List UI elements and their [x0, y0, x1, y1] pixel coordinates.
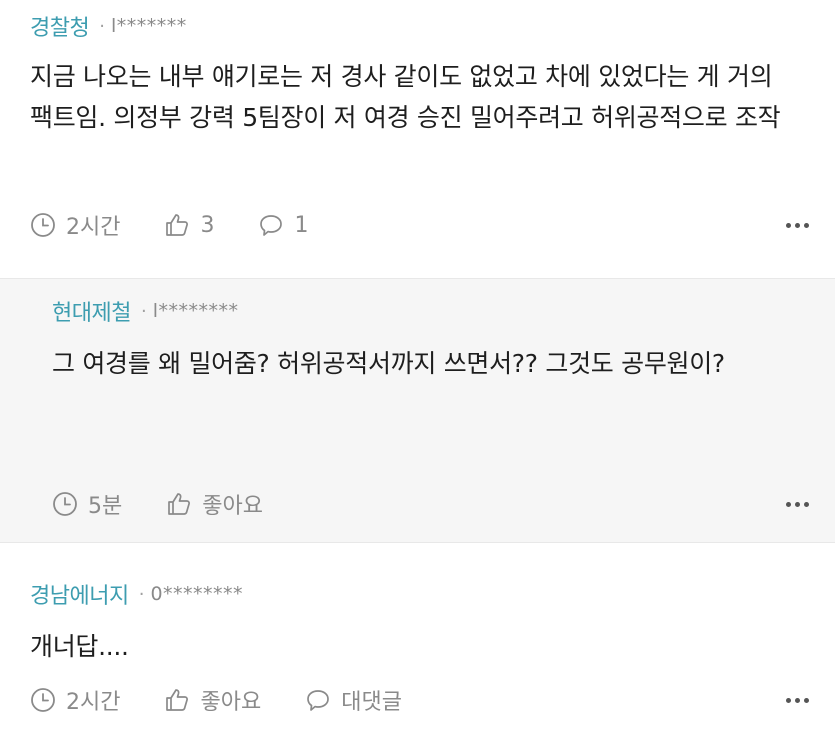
thumbs-up-icon [166, 689, 189, 711]
comment-author[interactable]: 경찰청 [30, 10, 90, 42]
comment-time-label: 2시간 [66, 215, 121, 240]
comment-time-label: 2시간 [66, 690, 121, 715]
like-count: 3 [200, 212, 215, 238]
reply-count: 1 [294, 212, 309, 238]
clock-icon [31, 213, 55, 237]
reply-comment-item: 현대제철 · l******** 그 여경를 왜 밀어줌? 허위공적서까지 쓰면… [0, 278, 835, 543]
more-options-icon[interactable] [786, 496, 809, 513]
clock-icon [53, 492, 77, 516]
comment-user-id: l******** [152, 300, 239, 322]
more-options-icon[interactable] [786, 692, 809, 709]
comment-time: 2시간 [30, 209, 120, 241]
comment-header: 경남에너지 · 0******** [30, 578, 835, 610]
speech-bubble-icon [307, 690, 330, 711]
like-button[interactable]: 좋아요 [166, 488, 263, 520]
comment-user-id: 0******** [150, 583, 244, 605]
separator-dot: · [99, 15, 105, 37]
like-button[interactable]: 3 [164, 212, 214, 238]
separator-dot: · [138, 583, 145, 605]
comment-text: 지금 나오는 내부 얘기로는 저 경사 같이도 없었고 차에 있었다는 게 거의… [30, 62, 781, 132]
thumbs-up-icon [168, 493, 191, 515]
comment-item: 경남에너지 · 0******** 개너답.... 2시간 좋아요 대댓글 [0, 543, 835, 740]
comment-footer: 2시간 좋아요 대댓글 [30, 683, 809, 717]
comment-footer: 5분 좋아요 [52, 487, 809, 521]
comment-time: 5분 [52, 488, 122, 520]
comment-time: 2시간 [30, 684, 120, 716]
reply-button[interactable]: 대댓글 [305, 684, 402, 716]
comment-text: 개너답.... [30, 632, 129, 661]
more-options-icon[interactable] [786, 217, 809, 234]
comment-header: 경찰청 · l******* [30, 10, 835, 42]
reply-button[interactable]: 1 [258, 212, 308, 238]
comment-footer: 2시간 3 1 [30, 208, 809, 242]
comment-item: 경찰청 · l******* 지금 나오는 내부 얘기로는 저 경사 같이도 없… [0, 0, 835, 278]
comment-header: 현대제철 · l******** [52, 295, 835, 327]
like-label: 좋아요 [200, 690, 262, 715]
comment-author[interactable]: 경남에너지 [30, 578, 129, 610]
clock-icon [31, 688, 55, 712]
comment-author[interactable]: 현대제철 [52, 295, 131, 327]
like-button[interactable]: 좋아요 [164, 684, 261, 716]
speech-bubble-icon [260, 215, 283, 236]
like-label: 좋아요 [202, 494, 263, 519]
reply-label: 대댓글 [341, 690, 402, 715]
comment-text: 그 여경를 왜 밀어줌? 허위공적서까지 쓰면서?? 그것도 공무원이? [52, 349, 725, 378]
comment-user-id: l******* [110, 15, 187, 37]
thumbs-up-icon [166, 214, 189, 236]
separator-dot: · [140, 300, 147, 322]
comment-time-label: 5분 [88, 494, 123, 519]
